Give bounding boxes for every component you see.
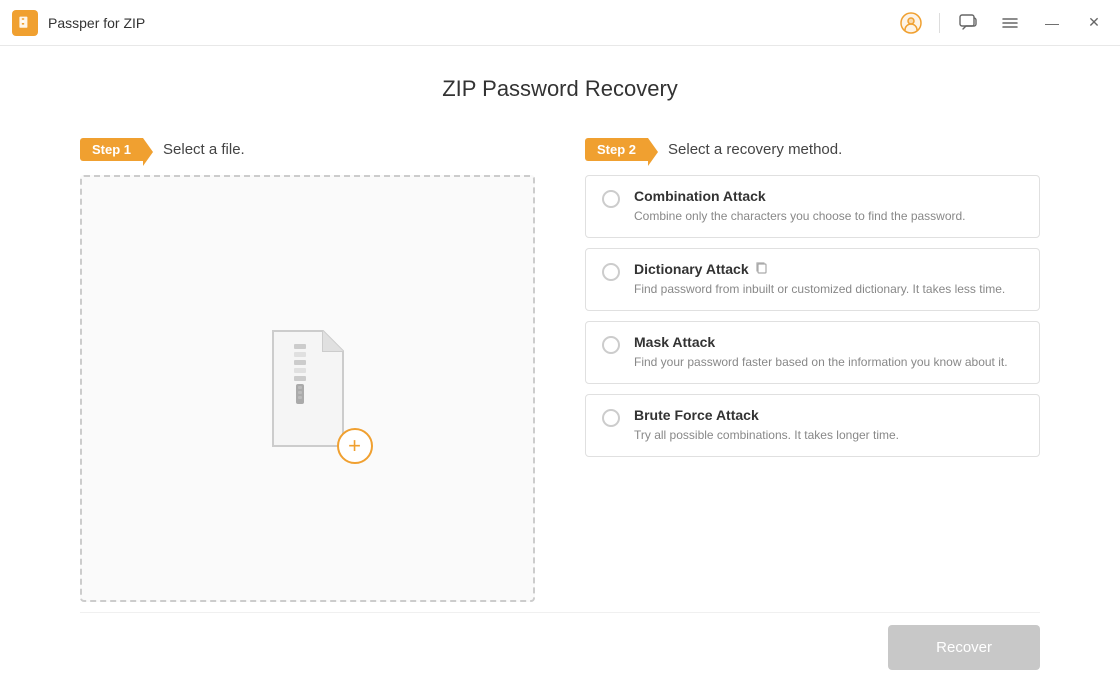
window-controls: — ✕ — [897, 9, 1108, 37]
method-item-mask[interactable]: Mask Attack Find your password faster bas… — [585, 321, 1040, 384]
zip-file-icon: + — [253, 324, 363, 454]
add-file-button[interactable]: + — [337, 428, 373, 464]
content-area: Step 1 Select a file. — [80, 138, 1040, 602]
method-title-dictionary: Dictionary Attack — [634, 261, 1023, 277]
radio-combination[interactable] — [602, 190, 620, 208]
method-item-brute[interactable]: Brute Force Attack Try all possible combi… — [585, 394, 1040, 457]
menu-icon[interactable] — [996, 9, 1024, 37]
titlebar: Passper for ZIP — — [0, 0, 1120, 46]
step1-header: Step 1 Select a file. — [80, 138, 535, 161]
method-desc-mask: Find your password faster based on the i… — [634, 353, 1023, 371]
method-title-combination: Combination Attack — [634, 188, 1023, 204]
radio-brute[interactable] — [602, 409, 620, 427]
account-icon[interactable] — [897, 9, 925, 37]
method-desc-brute: Try all possible combinations. It takes … — [634, 426, 1023, 444]
method-list: Combination Attack Combine only the chara… — [585, 175, 1040, 457]
method-content-brute: Brute Force Attack Try all possible combi… — [634, 407, 1023, 444]
method-content-combination: Combination Attack Combine only the chara… — [634, 188, 1023, 225]
method-item-dictionary[interactable]: Dictionary Attack Find password from inb… — [585, 248, 1040, 311]
separator — [939, 13, 940, 33]
method-item-combination[interactable]: Combination Attack Combine only the chara… — [585, 175, 1040, 238]
minimize-button[interactable]: — — [1038, 9, 1066, 37]
app-name: Passper for ZIP — [48, 15, 897, 31]
page-title: ZIP Password Recovery — [80, 76, 1040, 102]
app-logo — [12, 10, 38, 36]
radio-mask[interactable] — [602, 336, 620, 354]
main-content: ZIP Password Recovery Step 1 Select a fi… — [0, 46, 1120, 690]
close-button[interactable]: ✕ — [1080, 9, 1108, 37]
file-drop-zone[interactable]: + — [80, 175, 535, 602]
step1-badge: Step 1 — [80, 138, 143, 161]
step2-badge: Step 2 — [585, 138, 648, 161]
radio-dictionary[interactable] — [602, 263, 620, 281]
method-desc-combination: Combine only the characters you choose t… — [634, 207, 1023, 225]
method-content-mask: Mask Attack Find your password faster bas… — [634, 334, 1023, 371]
bottom-bar: Recover — [80, 612, 1040, 670]
step2-panel: Step 2 Select a recovery method. Combina… — [585, 138, 1040, 602]
method-title-brute: Brute Force Attack — [634, 407, 1023, 423]
chat-icon[interactable] — [954, 9, 982, 37]
step2-description: Select a recovery method. — [668, 141, 842, 158]
copy-icon[interactable] — [755, 261, 768, 277]
step1-description: Select a file. — [163, 141, 245, 158]
recover-button[interactable]: Recover — [888, 625, 1040, 670]
step1-panel: Step 1 Select a file. — [80, 138, 535, 602]
method-title-mask: Mask Attack — [634, 334, 1023, 350]
method-desc-dictionary: Find password from inbuilt or customized… — [634, 280, 1023, 298]
step2-header: Step 2 Select a recovery method. — [585, 138, 1040, 161]
method-content-dictionary: Dictionary Attack Find password from inb… — [634, 261, 1023, 298]
